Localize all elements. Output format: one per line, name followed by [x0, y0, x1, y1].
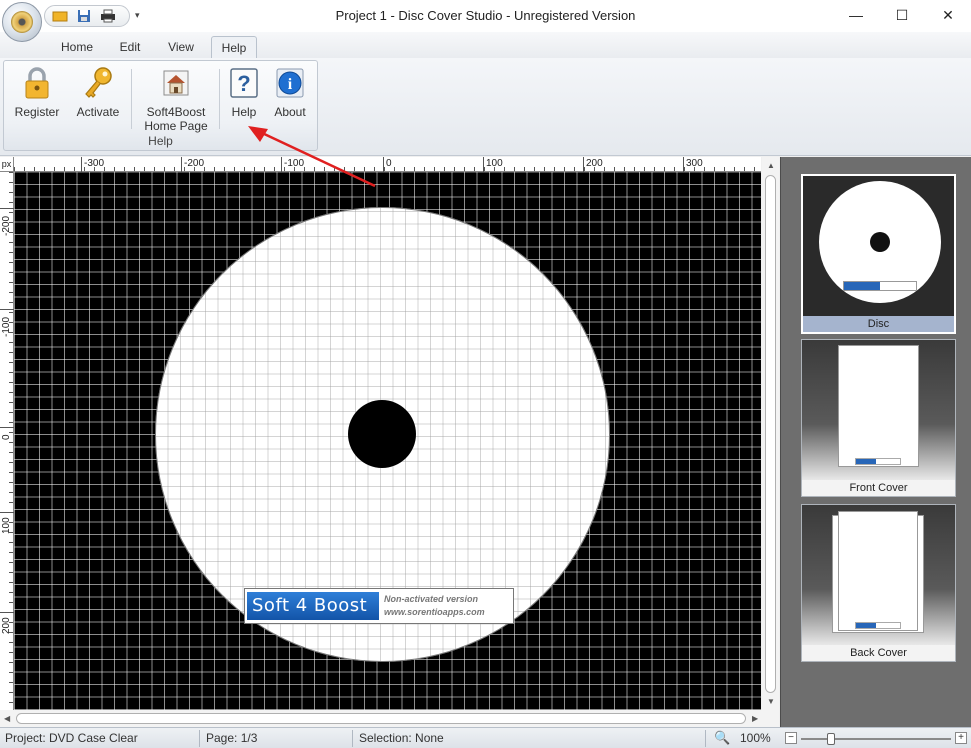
- key-icon: [80, 65, 116, 101]
- ruler-label: -200: [1, 215, 12, 236]
- ribbon-panel: Register Activate Soft4Boost Home Page ?…: [0, 58, 971, 156]
- disc-layout[interactable]: Soft 4 Boost Non-activated version www.s…: [155, 207, 610, 662]
- ruler-label: 100: [1, 517, 12, 534]
- title-bar: ▾ Project 1 - Disc Cover Studio - Unregi…: [0, 0, 971, 32]
- activate-label: Activate: [76, 105, 120, 119]
- annotation-arrow-icon: [248, 126, 376, 188]
- help-label: Help: [231, 105, 257, 119]
- watermark-line1: Non-activated version: [384, 594, 479, 604]
- status-project: Project: DVD Case Clear: [5, 731, 138, 745]
- status-bar: Project: DVD Case Clear Page: 1/3 Select…: [0, 727, 971, 748]
- zoom-slider-thumb[interactable]: [827, 733, 835, 745]
- question-mark-icon: ?: [226, 65, 262, 101]
- ribbon-tabs: Home Edit View Help: [0, 32, 971, 60]
- homepage-label-line2: Home Page: [144, 119, 208, 133]
- about-label: About: [274, 105, 306, 119]
- page-thumb-label: Front Cover: [849, 482, 908, 494]
- disc-center-hole: [348, 400, 416, 468]
- page-thumb-label: Disc: [803, 316, 954, 332]
- info-icon: i: [272, 65, 308, 101]
- page-thumb-disc[interactable]: Disc: [801, 174, 956, 334]
- status-selection: Selection: None: [359, 731, 444, 745]
- ruler-label: 0: [1, 434, 12, 440]
- ruler-label: 300: [686, 158, 703, 169]
- zoom-out-button[interactable]: −: [785, 732, 797, 744]
- lock-icon: [19, 65, 55, 101]
- watermark-badge: Soft 4 Boost Non-activated version www.s…: [244, 588, 514, 624]
- register-label: Register: [14, 105, 60, 119]
- design-canvas[interactable]: Soft 4 Boost Non-activated version www.s…: [14, 172, 761, 710]
- ruler-unit: px: [0, 157, 14, 172]
- ruler-label: -100: [1, 316, 12, 337]
- horizontal-scrollbar[interactable]: ◀ ▶: [0, 710, 779, 727]
- ruler-label: 100: [486, 158, 503, 169]
- homepage-label-line1: Soft4Boost: [146, 105, 206, 119]
- horizontal-scroll-thumb[interactable]: [16, 713, 746, 724]
- ruler-label: 200: [1, 617, 12, 634]
- svg-text:i: i: [288, 76, 293, 93]
- scroll-right-icon[interactable]: ▶: [752, 714, 758, 723]
- scroll-down-icon[interactable]: ▼: [767, 697, 775, 706]
- scroll-up-icon[interactable]: ▲: [767, 161, 775, 170]
- soft4boost-logo: Soft 4 Boost: [247, 592, 379, 620]
- tab-view[interactable]: View: [156, 36, 206, 60]
- ribbon-separator: [131, 69, 132, 129]
- ribbon-separator: [219, 69, 220, 129]
- home-icon: [158, 65, 194, 101]
- register-button[interactable]: Register: [12, 65, 62, 119]
- close-button[interactable]: ✕: [925, 0, 971, 30]
- app-logo-icon: [11, 11, 33, 33]
- page-thumb-back-cover[interactable]: Back Cover: [801, 504, 956, 662]
- svg-text:?: ?: [237, 71, 250, 96]
- tab-edit[interactable]: Edit: [108, 36, 152, 60]
- ruler-label: -200: [184, 158, 205, 169]
- watermark-text: Non-activated version www.sorentioapps.c…: [379, 593, 485, 619]
- application-menu-button[interactable]: [2, 2, 42, 42]
- vertical-ruler: -200 -100 0 100 200: [0, 172, 14, 710]
- homepage-button[interactable]: Soft4Boost Home Page: [138, 65, 214, 133]
- disc-preview: [819, 181, 941, 303]
- zoom-slider[interactable]: [801, 733, 951, 745]
- zoom-in-button[interactable]: +: [955, 732, 967, 744]
- page-thumb-label: Back Cover: [850, 647, 907, 659]
- scroll-left-icon[interactable]: ◀: [4, 714, 10, 723]
- status-zoom: 100%: [740, 731, 771, 745]
- page-thumb-front-cover[interactable]: Front Cover: [801, 339, 956, 497]
- maximize-button[interactable]: ☐: [879, 0, 925, 30]
- ruler-label: -300: [84, 158, 105, 169]
- window-title: Project 1 - Disc Cover Studio - Unregist…: [335, 8, 636, 23]
- minimize-button[interactable]: —: [833, 0, 879, 30]
- ruler-label: 200: [586, 158, 603, 169]
- zoom-icon: 🔍: [714, 730, 731, 745]
- pages-panel: Disc Front Cover Back Cover: [780, 157, 971, 727]
- activate-button[interactable]: Activate: [70, 65, 126, 119]
- tab-home[interactable]: Home: [50, 36, 104, 60]
- watermark-line2: www.sorentioapps.com: [384, 607, 485, 617]
- about-button[interactable]: i About: [268, 65, 312, 119]
- front-cover-preview: [838, 345, 919, 467]
- tab-help[interactable]: Help: [211, 36, 257, 60]
- vertical-scrollbar[interactable]: ▲ ▼: [762, 157, 779, 710]
- help-button[interactable]: ? Help: [226, 65, 262, 119]
- vertical-scroll-thumb[interactable]: [765, 175, 776, 693]
- status-page: Page: 1/3: [206, 731, 258, 745]
